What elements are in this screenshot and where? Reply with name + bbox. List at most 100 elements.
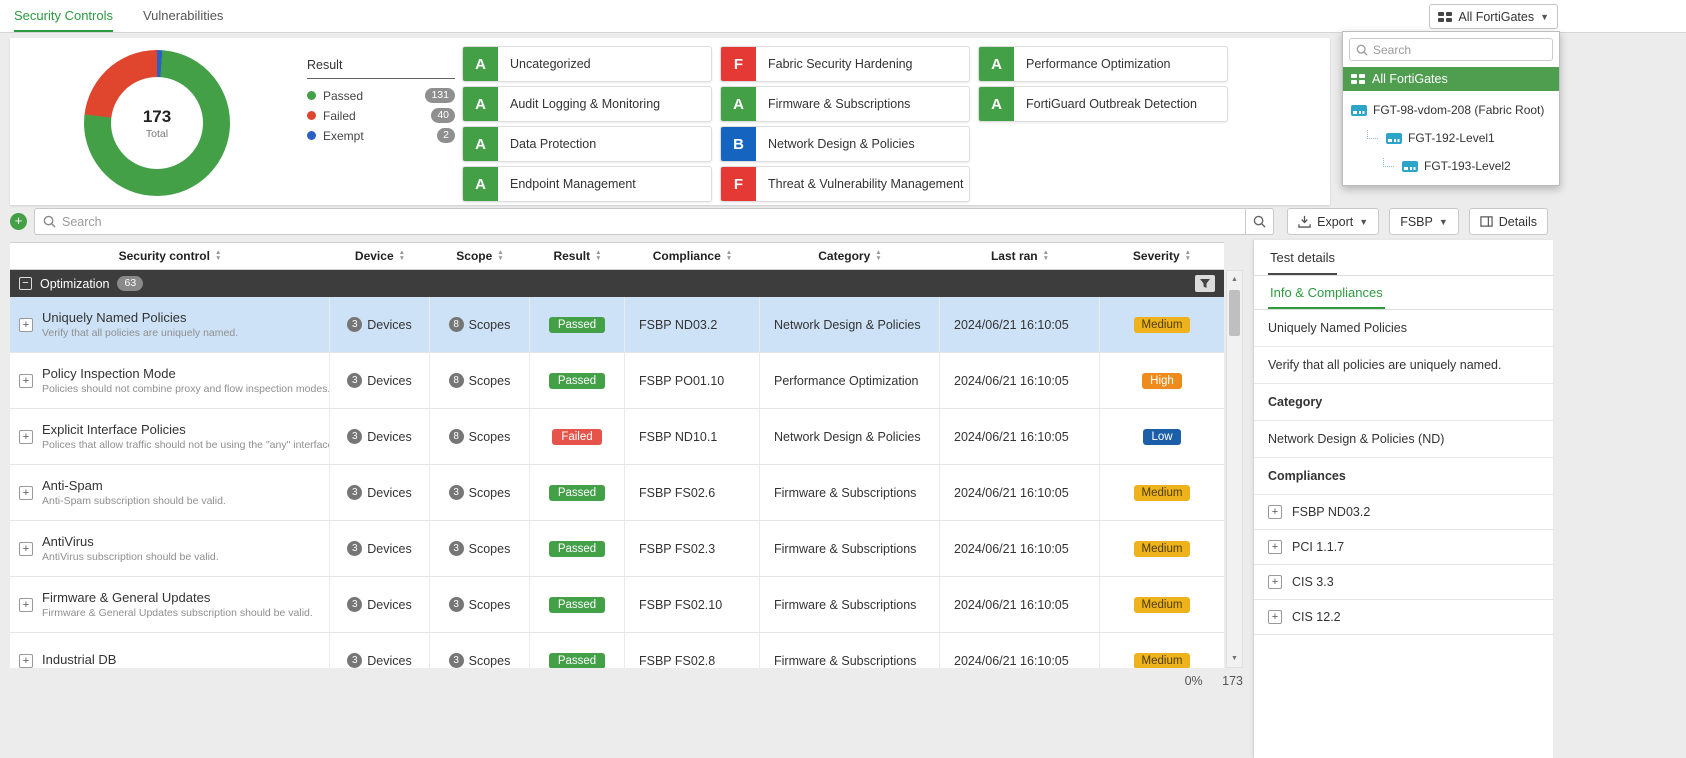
donut-total-label: Total: [146, 128, 168, 140]
legend-item[interactable]: Failed 40: [307, 108, 455, 123]
tab-info-compliances[interactable]: Info & Compliances: [1268, 276, 1385, 309]
sort-icon: ▲▼: [215, 250, 221, 262]
column-header-label: Device: [355, 249, 394, 263]
detail-title: Uniquely Named Policies: [1254, 310, 1553, 347]
table-row[interactable]: + Industrial DB 3 Devices 3 Scopes Passe…: [10, 633, 1224, 668]
table-row[interactable]: + Firmware & General Updates Firmware & …: [10, 577, 1224, 633]
category-card[interactable]: A Endpoint Management: [462, 166, 712, 202]
legend-item[interactable]: Exempt 2: [307, 128, 455, 143]
expand-compliance-icon[interactable]: +: [1268, 610, 1282, 624]
expand-row-icon[interactable]: +: [19, 318, 33, 332]
compliance-item[interactable]: + CIS 3.3: [1254, 565, 1553, 600]
fortigate-device-icon: [1402, 161, 1418, 172]
compliance-item[interactable]: + CIS 12.2: [1254, 600, 1553, 635]
fortigate-tree-item[interactable]: FGT-98-vdom-208 (Fabric Root): [1343, 96, 1559, 124]
legend-item[interactable]: Passed 131: [307, 88, 455, 103]
expand-compliance-icon[interactable]: +: [1268, 540, 1282, 554]
details-panel-icon: [1480, 215, 1493, 228]
category-card[interactable]: A Audit Logging & Monitoring: [462, 86, 712, 122]
compliance-item[interactable]: + PCI 1.1.7: [1254, 530, 1553, 565]
column-header[interactable]: Compliance ▲▼: [625, 249, 760, 263]
search-field[interactable]: [34, 208, 1246, 235]
table-row[interactable]: + Anti-Spam Anti-Spam subscription shoul…: [10, 465, 1224, 521]
device-cell: 3 Devices: [330, 297, 430, 352]
top-nav-bar: Security Controls Vulnerabilities All Fo…: [0, 0, 1686, 33]
column-header-label: Result: [553, 249, 590, 263]
group-row-optimization[interactable]: − Optimization 63: [10, 270, 1224, 297]
tab-security-controls[interactable]: Security Controls: [14, 0, 113, 32]
result-badge: Passed: [549, 541, 605, 557]
fortigate-tree: FGT-98-vdom-208 (Fabric Root) FGT-192-Le…: [1343, 91, 1559, 180]
details-toggle-button[interactable]: Details: [1469, 208, 1548, 235]
sort-icon: ▲▼: [1043, 250, 1049, 262]
category-card[interactable]: B Network Design & Policies: [720, 126, 970, 162]
expand-row-icon[interactable]: +: [19, 430, 33, 444]
column-header[interactable]: Device ▲▼: [330, 249, 430, 263]
dropdown-all-fortigates-option[interactable]: All FortiGates: [1343, 67, 1559, 91]
column-filter-button[interactable]: [1195, 275, 1215, 292]
expand-row-icon[interactable]: +: [19, 542, 33, 556]
expand-row-icon[interactable]: +: [19, 486, 33, 500]
category-card[interactable]: F Fabric Security Hardening: [720, 46, 970, 82]
table-row[interactable]: + Policy Inspection Mode Policies should…: [10, 353, 1224, 409]
search-icon: [1356, 44, 1368, 56]
control-subtitle: AntiVirus subscription should be valid.: [42, 551, 219, 563]
column-header[interactable]: Last ran ▲▼: [940, 249, 1100, 263]
export-icon: [1298, 215, 1311, 228]
collapse-group-icon[interactable]: −: [19, 277, 32, 290]
tab-vulnerabilities[interactable]: Vulnerabilities: [143, 0, 223, 32]
control-subtitle: Anti-Spam subscription should be valid.: [42, 495, 226, 507]
device-unit-label: Devices: [367, 542, 411, 556]
expand-row-icon[interactable]: +: [19, 374, 33, 388]
severity-badge: High: [1142, 373, 1182, 389]
compliance-item-label: FSBP ND03.2: [1292, 505, 1370, 519]
scroll-up-button[interactable]: ▲: [1227, 271, 1242, 288]
control-title: Policy Inspection Mode: [42, 366, 329, 381]
fortigate-tree-item[interactable]: FGT-193-Level2: [1343, 152, 1559, 180]
category-card[interactable]: A FortiGuard Outbreak Detection: [978, 86, 1228, 122]
category-grade-grid: A Uncategorized A Audit Logging & Monito…: [462, 46, 1228, 202]
export-button[interactable]: Export ▼: [1287, 208, 1379, 235]
column-header[interactable]: Security control ▲▼: [10, 249, 330, 263]
dropdown-search-field[interactable]: [1349, 38, 1553, 61]
control-title: Explicit Interface Policies: [42, 422, 329, 437]
vertical-scrollbar[interactable]: ▲ ▼: [1226, 270, 1243, 668]
category-cell: Performance Optimization: [760, 353, 940, 408]
search-input[interactable]: [62, 215, 1237, 229]
fortigate-dropdown: All FortiGates FGT-98-vdom-208 (Fabric R…: [1342, 31, 1560, 186]
column-header[interactable]: Severity ▲▼: [1100, 249, 1224, 263]
table-row[interactable]: + Uniquely Named Policies Verify that al…: [10, 297, 1224, 353]
table-row[interactable]: + Explicit Interface Policies Polices th…: [10, 409, 1224, 465]
category-card[interactable]: A Firmware & Subscriptions: [720, 86, 970, 122]
column-header[interactable]: Scope ▲▼: [430, 249, 530, 263]
table-row[interactable]: + AntiVirus AntiVirus subscription shoul…: [10, 521, 1224, 577]
category-card[interactable]: A Performance Optimization: [978, 46, 1228, 82]
add-filter-button[interactable]: +: [10, 213, 27, 230]
category-card[interactable]: F Threat & Vulnerability Management: [720, 166, 970, 202]
expand-row-icon[interactable]: +: [19, 598, 33, 612]
scope-count-badge: 8: [449, 429, 464, 444]
device-count-badge: 3: [347, 597, 362, 612]
category-card[interactable]: A Data Protection: [462, 126, 712, 162]
chevron-down-icon: ▼: [1540, 12, 1549, 22]
severity-badge: Medium: [1134, 541, 1191, 557]
compliance-item[interactable]: + FSBP ND03.2: [1254, 495, 1553, 530]
control-title: Firmware & General Updates: [42, 590, 313, 605]
column-header[interactable]: Category ▲▼: [760, 249, 940, 263]
result-legend: Result Passed 131 Failed 40: [307, 58, 455, 148]
category-card[interactable]: A Uncategorized: [462, 46, 712, 82]
dropdown-search-input[interactable]: [1373, 43, 1546, 57]
scope-count-badge: 8: [449, 373, 464, 388]
security-control-cell: + Firmware & General Updates Firmware & …: [10, 577, 330, 632]
fortigate-selector-button[interactable]: All FortiGates ▼: [1429, 4, 1558, 29]
scroll-down-button[interactable]: ▼: [1227, 650, 1242, 667]
column-header[interactable]: Result ▲▼: [530, 249, 625, 263]
standard-select[interactable]: FSBP ▼: [1389, 208, 1459, 235]
fortigate-tree-item[interactable]: FGT-192-Level1: [1343, 124, 1559, 152]
search-submit-button[interactable]: [1246, 208, 1274, 235]
tab-test-details[interactable]: Test details: [1268, 240, 1337, 275]
expand-row-icon[interactable]: +: [19, 654, 33, 668]
scrollbar-thumb[interactable]: [1229, 290, 1240, 336]
expand-compliance-icon[interactable]: +: [1268, 575, 1282, 589]
expand-compliance-icon[interactable]: +: [1268, 505, 1282, 519]
